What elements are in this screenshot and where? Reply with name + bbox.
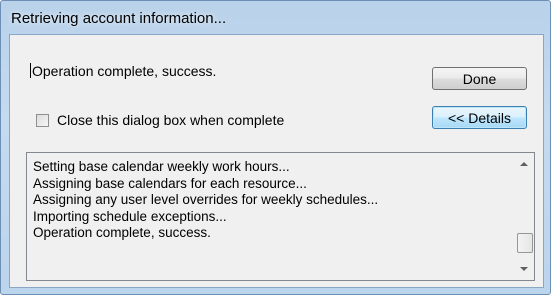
log-line: Operation complete, success.	[33, 225, 211, 240]
status-text: Operation complete, success.	[32, 63, 217, 79]
window-title: Retrieving account information...	[11, 9, 227, 27]
scrollbar-thumb[interactable]	[517, 233, 533, 253]
close-when-complete-label[interactable]: Close this dialog box when complete	[57, 112, 284, 128]
dialog-window: Retrieving account information... Operat…	[0, 0, 551, 295]
log-scrollbar[interactable]	[516, 153, 534, 280]
scroll-down-arrow-icon[interactable]	[520, 267, 528, 271]
done-button[interactable]: Done	[432, 67, 527, 90]
log-lines: Setting base calendar weekly work hours.…	[33, 159, 378, 242]
scroll-up-arrow-icon[interactable]	[520, 162, 528, 166]
close-when-complete-checkbox[interactable]	[36, 113, 49, 127]
log-line: Setting base calendar weekly work hours.…	[33, 159, 290, 174]
details-log[interactable]: Setting base calendar weekly work hours.…	[26, 152, 535, 281]
title-bar[interactable]: Retrieving account information...	[7, 3, 544, 33]
log-line: Assigning any user level overrides for w…	[33, 192, 379, 207]
status-message: Operation complete, success.	[30, 63, 216, 79]
log-line: Assigning base calendars for each resour…	[33, 175, 307, 191]
done-button-label: Done	[462, 70, 497, 87]
dialog-client-area: Operation complete, success. Done Close …	[9, 34, 544, 288]
text-caret	[30, 63, 31, 78]
log-line: Importing schedule exceptions...	[33, 208, 227, 224]
details-button[interactable]: << Details	[432, 106, 527, 129]
details-button-label: << Details	[447, 109, 512, 126]
close-when-complete-row[interactable]: Close this dialog box when complete	[36, 112, 284, 128]
